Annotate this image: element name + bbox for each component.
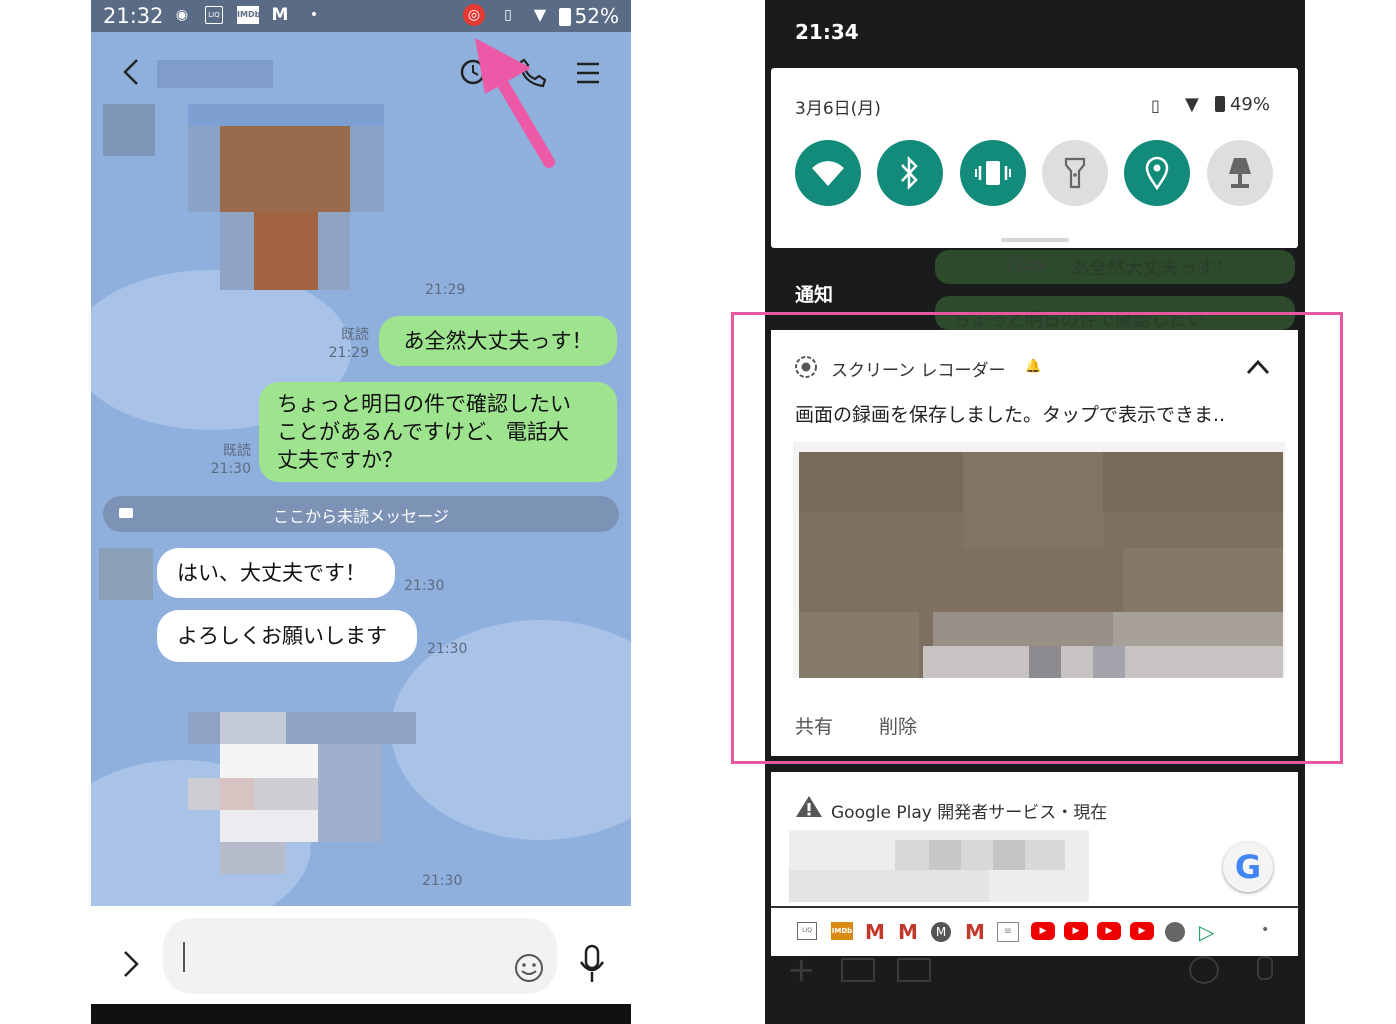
chevron-left-icon[interactable] <box>121 56 141 88</box>
avatar[interactable] <box>99 548 153 600</box>
read-receipt: 既読 21:29 <box>328 327 369 361</box>
gmail-icon: M <box>898 920 918 944</box>
image-icon <box>897 958 931 982</box>
status-time: 21:32 <box>103 4 164 28</box>
pink-arrow-annotation <box>475 38 555 168</box>
liq-icon: LIQ <box>797 922 817 940</box>
plus-icon: + <box>787 950 816 990</box>
divider <box>771 906 1298 908</box>
menu-icon[interactable] <box>575 60 601 86</box>
moto-icon: M <box>931 922 951 942</box>
imdb-icon: IMDb <box>831 922 853 940</box>
avatar[interactable] <box>103 104 155 156</box>
timestamp: 21:29 <box>425 282 466 298</box>
message-text: あ全然大丈夫っす！ <box>403 329 593 353</box>
vibrate-icon: ▯ <box>504 7 512 23</box>
notification-app-name: Google Play 開発者サービス・現在 <box>831 803 1108 823</box>
received-message-bubble[interactable]: はい、大丈夫です！ <box>157 548 395 598</box>
smiley-icon[interactable] <box>513 952 545 984</box>
youtube-icon: ▶ <box>1064 922 1088 940</box>
notification-section-title: 通知 <box>795 284 834 306</box>
microphone-icon <box>1257 956 1273 980</box>
message-text-line: ちょっと明日の件で確認したい <box>277 392 571 416</box>
aquos-icon <box>1165 922 1185 942</box>
received-message-bubble[interactable]: よろしくお願いします <box>157 610 417 662</box>
notification-tray-icons: LIQ IMDb M M M M ≡ ▶ ▶ ▶ ▶ ▷ • <box>797 920 1277 944</box>
dot-icon: • <box>309 7 319 23</box>
status-bar: 21:32 ◉ LIQ IMDb M • ◎ ▯ ▼ 52% <box>91 0 631 32</box>
location-icon <box>1145 156 1169 190</box>
message-text-line: 丈夫ですか？ <box>277 448 403 472</box>
imdb-icon: IMDb <box>237 6 260 24</box>
camera-icon <box>841 958 875 982</box>
record-dot-icon: ◉ <box>175 7 189 23</box>
message-text-line: ことがあるんですけど、電話大 <box>277 420 569 444</box>
news-icon: ≡ <box>997 922 1019 942</box>
battery-icon <box>559 8 571 26</box>
message-input-bar <box>91 906 631 1004</box>
timestamp: 21:30 <box>427 641 468 657</box>
status-battery: 52% <box>574 4 619 28</box>
background-chat-text: あ全然大丈夫っす！ <box>1071 258 1233 279</box>
unread-divider: ここから未読メッセージ <box>103 496 619 532</box>
youtube-icon: ▶ <box>1097 922 1121 940</box>
qs-drag-handle[interactable] <box>1001 238 1069 242</box>
text-cursor <box>183 942 185 972</box>
screen-record-icon[interactable]: ◎ <box>463 4 485 26</box>
qs-date: 3月6日(月) <box>795 99 881 119</box>
flashlight-icon <box>1064 157 1086 189</box>
status-time: 21:34 <box>795 20 859 44</box>
youtube-icon: ▶ <box>1031 922 1055 940</box>
google-play-services-notification[interactable]: Google Play 開発者サービス・現在 G LIQ IMDb M M M … <box>771 772 1298 956</box>
quick-settings-panel: 3月6日(月) ▯ ▼ 49% <box>771 68 1298 248</box>
chevron-right-icon[interactable] <box>121 948 141 980</box>
play-icon: ▷ <box>1199 920 1215 944</box>
lamp-tile[interactable] <box>1207 140 1273 206</box>
location-tile[interactable] <box>1124 140 1190 206</box>
gmail-icon: M <box>865 920 885 944</box>
unread-divider-label: ここから未読メッセージ <box>273 507 449 526</box>
background-chat-bubble: あ全然大丈夫っす！ <box>935 250 1295 284</box>
contact-name-blurred[interactable] <box>157 60 273 88</box>
lamp-icon <box>1229 158 1251 188</box>
youtube-icon: ▶ <box>1130 922 1154 940</box>
sent-message-bubble[interactable]: あ全然大丈夫っす！ <box>379 316 617 366</box>
read-receipt: 既読 21:30 <box>210 443 251 477</box>
background-chat-time: 21:29 <box>1007 258 1045 273</box>
bluetooth-icon <box>901 156 918 190</box>
liq-icon: LIQ <box>205 6 223 24</box>
bluetooth-tile[interactable] <box>877 140 943 206</box>
vibrate-icon <box>975 161 1011 185</box>
dot-icon: • <box>1261 922 1270 938</box>
battery-icon <box>1215 96 1225 112</box>
google-logo-icon: G <box>1223 842 1273 892</box>
image-message-blurred[interactable] <box>188 104 384 290</box>
wifi-tile[interactable] <box>795 140 861 206</box>
message-input[interactable] <box>163 918 557 994</box>
background-input-bar: + <box>765 950 1305 1024</box>
sent-message-bubble[interactable]: ちょっと明日の件で確認したい ことがあるんですけど、電話大 丈夫ですか？ <box>259 382 617 482</box>
timestamp: 21:30 <box>422 873 463 889</box>
gmail-icon: M <box>271 5 289 25</box>
wifi-icon: ▼ <box>1185 94 1199 115</box>
qs-battery: 49% <box>1229 94 1270 115</box>
timestamp: 21:30 <box>404 578 445 594</box>
gmail-icon: M <box>965 920 985 944</box>
message-text: はい、大丈夫です！ <box>177 561 366 585</box>
microphone-icon[interactable] <box>577 944 607 984</box>
wifi-icon <box>812 161 844 186</box>
warning-icon <box>796 796 822 817</box>
vibrate-tile[interactable] <box>960 140 1026 206</box>
image-message-blurred[interactable] <box>188 712 416 874</box>
vibrate-icon: ▯ <box>1151 96 1160 115</box>
smiley-icon <box>1189 956 1219 984</box>
message-text: よろしくお願いします <box>177 624 387 648</box>
notification-content-blurred <box>789 830 1089 902</box>
navigation-bar <box>91 1004 631 1024</box>
flashlight-tile[interactable] <box>1042 140 1108 206</box>
left-phone-line-chat: 21:32 ◉ LIQ IMDb M • ◎ ▯ ▼ 52% 21:29 既読 … <box>91 0 631 1024</box>
wifi-icon: ▼ <box>533 5 547 24</box>
highlight-annotation <box>731 312 1343 764</box>
